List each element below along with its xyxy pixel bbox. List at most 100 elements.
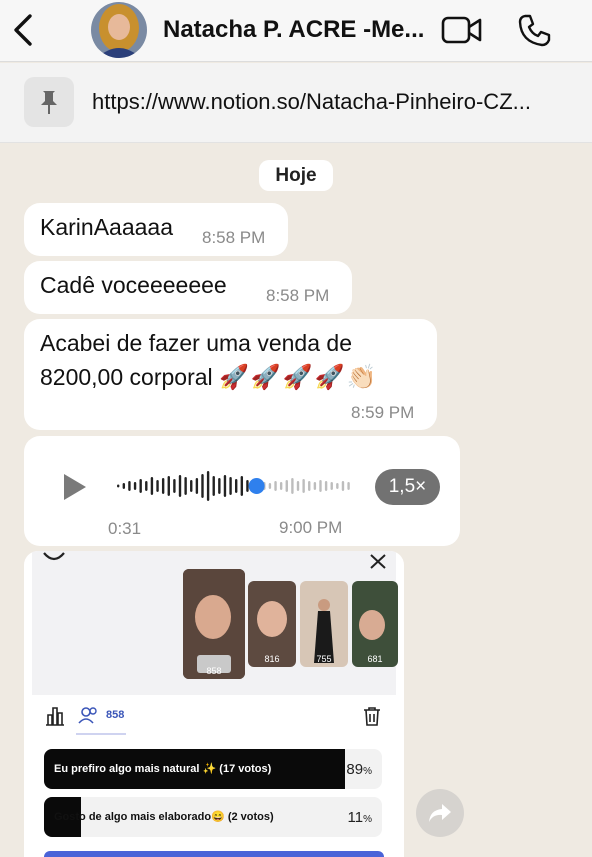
waveform-bar [173,479,176,493]
pin-icon [41,91,57,114]
story-thumbnail[interactable]: 816 [248,581,296,667]
poll-percent: 89% [346,761,372,778]
waveform-bar [212,476,215,496]
waveform-bar [296,481,300,491]
message-time: 9:00 PM [279,518,343,537]
poll-option-label: Gosto de algo mais elaborado😄 (2 votos) [54,811,274,823]
waveform-bar [341,481,345,491]
playback-scrubber[interactable] [248,478,265,494]
voice-waveform[interactable] [116,466,352,506]
waveform-bar [223,475,227,497]
waveform-bar [167,476,170,496]
waveform-bar [122,483,126,489]
waveform-bar [178,475,182,497]
pin-icon-box [24,77,74,127]
poll-option: Gosto de algo mais elaborado😄 (2 votos) … [44,797,382,837]
date-chip: Hoje [259,160,333,191]
waveform-bar [206,471,210,501]
image-message[interactable]: 858 816 755 681 858 Eu prefiro algo mais… [24,551,404,857]
voice-duration: 0:31 [108,519,142,538]
waveform-bar [195,478,199,494]
forward-button[interactable] [416,789,464,837]
waveform-bar [308,481,311,491]
message-text-line1: Acabei de fazer uma venda de [40,330,352,356]
poll-percent-sign: % [363,814,372,825]
waveform-bar [291,478,294,494]
pinned-message-bar[interactable]: https://www.notion.so/Natacha-Pinheiro-C… [0,63,592,143]
waveform-bar [235,479,238,493]
waveform-bar [184,477,187,495]
waveform-bar [347,482,350,490]
playback-speed-button[interactable]: 1,5× [375,469,440,505]
viewers-icon[interactable] [78,706,100,724]
phone-icon [518,14,551,47]
contact-name[interactable]: Natacha P. ACRE -Me... [163,16,424,44]
video-call-button[interactable] [441,15,483,45]
close-icon [370,554,386,569]
story-view-count: 755 [316,654,332,664]
waveform-bar [201,474,204,498]
trash-icon[interactable] [362,706,382,726]
waveform-bar [319,480,322,492]
story-view-count: 816 [264,654,280,664]
waveform-bar [279,482,283,490]
waveform-bar [145,481,148,491]
waveform-bar [218,478,221,494]
waveform-bar [190,480,193,492]
story-thumbnails-area: 858 816 755 681 [32,551,398,695]
waveform-bar [324,481,328,491]
waveform-bar [139,479,142,493]
waveform-bar [128,481,131,491]
waveform-bar [161,478,165,494]
message-text: Cadê voceeeeeee [40,272,227,298]
waveform-bar [313,482,317,490]
poll-action-bar [44,851,384,857]
message-text: KarinAaaaaa [40,214,173,240]
waveform-bar [330,482,333,490]
poll-percent-sign: % [363,766,372,777]
play-icon [64,474,86,500]
story-view-count: 681 [367,654,383,664]
waveform-bar [268,483,272,489]
viewers-count: 858 [106,709,125,721]
waveform-bar [336,483,339,489]
waveform-bar [150,477,154,495]
pinned-url: https://www.notion.so/Natacha-Pinheiro-C… [92,89,531,114]
message-text-line2: 8200,00 corporal 🚀🚀🚀🚀👏🏻 [40,361,378,394]
poll-percent-value: 11 [347,809,364,826]
viewers-tab-underline [76,733,126,735]
story-view-count: 858 [206,666,222,676]
chevron-left-icon [14,14,32,46]
message-time: 8:58 PM [266,286,330,305]
video-camera-icon [441,16,482,44]
emoji-rockets-clap: 🚀🚀🚀🚀👏🏻 [219,364,379,391]
message-time: 8:59 PM [351,403,415,422]
contact-avatar[interactable] [91,2,147,58]
story-thumbnail[interactable]: 681 [352,581,398,667]
poll-option: Eu prefiro algo mais natural ✨ (17 votos… [44,749,382,789]
settings-icon [43,552,65,561]
bar-chart-icon[interactable] [44,706,66,726]
story-stats-panel: 858 Eu prefiro algo mais natural ✨ (17 v… [32,695,396,857]
chat-header: Natacha P. ACRE -Me... [0,0,592,62]
waveform-bar [240,476,244,496]
story-thumbnail[interactable]: 858 [183,569,245,679]
waveform-bar [229,477,232,495]
story-thumbnail[interactable]: 755 [300,581,348,667]
waveform-bar [156,480,159,492]
waveform-bar [246,480,249,492]
poll-percent: 11% [348,809,372,826]
play-button[interactable] [62,472,88,502]
message-text: 8200,00 corporal [40,364,213,390]
poll-percent-value: 89 [346,761,364,778]
waveform-bar [274,481,277,491]
forward-icon [429,804,451,822]
waveform-bar [302,479,305,493]
back-button[interactable] [10,12,38,48]
waveform-bar [117,484,120,488]
voice-call-button[interactable] [516,12,552,48]
poll-option-label: Eu prefiro algo mais natural ✨ (17 votos… [54,763,272,775]
waveform-bar [133,482,137,490]
message-time: 8:58 PM [202,228,266,247]
waveform-bar [285,480,288,492]
